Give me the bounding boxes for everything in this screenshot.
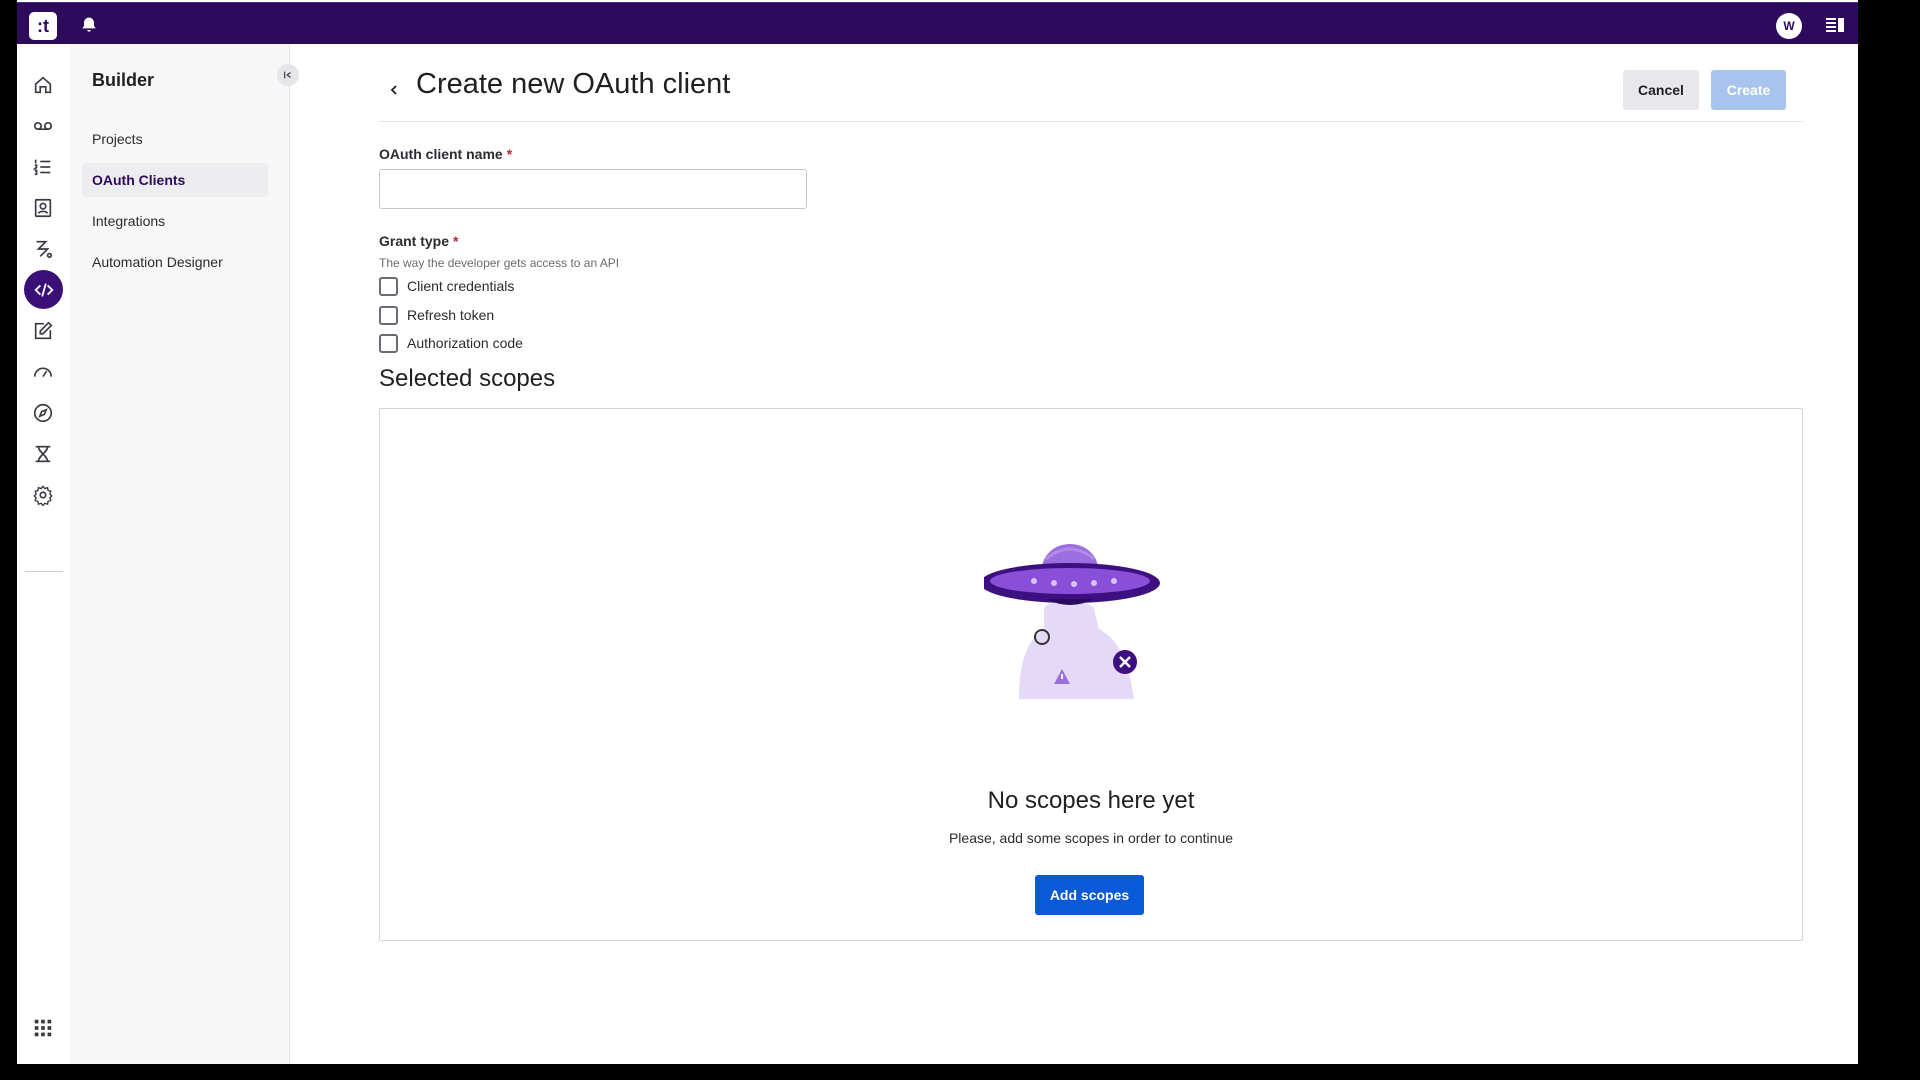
client-name-input[interactable]: [379, 169, 807, 209]
checkbox[interactable]: [379, 333, 398, 353]
user-avatar[interactable]: W: [1776, 13, 1802, 39]
home-icon[interactable]: [27, 69, 59, 101]
required-mark: *: [453, 233, 459, 249]
header-divider: [379, 121, 1803, 122]
back-arrow-icon[interactable]: [384, 80, 404, 100]
grant-type-help: The way the developer gets access to an …: [379, 256, 620, 270]
compass-icon[interactable]: [27, 397, 59, 429]
sidebar-item-oauth-clients[interactable]: OAuth Clients: [82, 163, 268, 197]
panel-toggle-icon[interactable]: [1825, 16, 1845, 34]
empty-state-title: No scopes here yet: [987, 787, 1195, 814]
checkbox-label: Client credentials: [407, 278, 515, 294]
required-mark: *: [506, 146, 513, 162]
flow-icon[interactable]: [27, 233, 59, 265]
icon-rail: [17, 44, 70, 1064]
contacts-icon[interactable]: [27, 192, 59, 224]
selected-scopes-title: Selected scopes: [379, 365, 556, 392]
client-name-label: OAuth client name *: [379, 146, 512, 162]
sidebar-item-projects[interactable]: Projects: [82, 122, 268, 156]
dashboard-icon[interactable]: [27, 356, 59, 388]
bell-icon[interactable]: [79, 15, 99, 35]
code-icon[interactable]: [24, 270, 63, 309]
app-window: :t W Builder Projects OAuth Clients Inte…: [17, 0, 1858, 1064]
page-title: Create new OAuth client: [416, 68, 731, 100]
checkbox[interactable]: [379, 305, 398, 325]
rail-divider: [25, 571, 63, 572]
apps-grid-icon[interactable]: [27, 1012, 59, 1044]
checkbox-label: Authorization code: [407, 335, 523, 351]
checkbox-label: Refresh token: [407, 307, 495, 323]
ufo-illustration-icon: [980, 529, 1184, 709]
scopes-empty-state: No scopes here yet Please, add some scop…: [379, 408, 1803, 941]
main-content: Create new OAuth client Cancel Create OA…: [290, 44, 1858, 1064]
settings-icon[interactable]: [27, 479, 59, 511]
voicemail-icon[interactable]: [27, 110, 59, 142]
app-logo[interactable]: :t: [29, 12, 57, 40]
top-bar: :t W: [17, 2, 1858, 44]
add-scopes-button[interactable]: Add scopes: [1035, 875, 1144, 915]
grant-option-refresh-token[interactable]: Refresh token: [379, 305, 494, 325]
sidebar-item-integrations[interactable]: Integrations: [82, 204, 268, 238]
edit-icon[interactable]: [27, 315, 59, 347]
cancel-button[interactable]: Cancel: [1623, 70, 1699, 110]
client-name-label-text: OAuth client name: [379, 146, 503, 162]
grant-option-client-credentials[interactable]: Client credentials: [379, 276, 514, 296]
empty-state-subtitle: Please, add some scopes in order to cont…: [948, 830, 1234, 846]
grant-type-label-text: Grant type: [379, 233, 450, 249]
builder-sidebar: Builder Projects OAuth Clients Integrati…: [70, 44, 299, 1064]
create-button[interactable]: Create: [1711, 70, 1786, 110]
dna-icon[interactable]: [27, 438, 59, 470]
sidebar-title: Builder: [92, 70, 155, 90]
sidebar-item-automation-designer[interactable]: Automation Designer: [82, 245, 268, 279]
grant-type-label: Grant type *: [379, 233, 458, 249]
list-icon[interactable]: [27, 151, 59, 183]
grant-option-authorization-code[interactable]: Authorization code: [379, 333, 523, 353]
checkbox[interactable]: [379, 276, 398, 296]
